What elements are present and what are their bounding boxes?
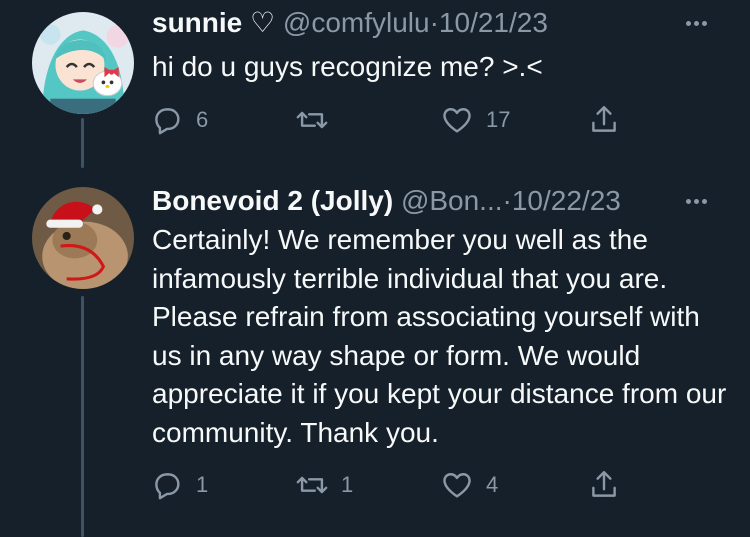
tweet-header: sunnie ♡ @comfylulu·10/21/23	[152, 6, 548, 40]
reply-icon	[155, 473, 180, 500]
thread-connector-line	[81, 296, 84, 537]
tweet-actions: 1 1 4	[150, 465, 630, 505]
retweet-count: 1	[341, 472, 354, 497]
retweet-icon	[296, 476, 328, 494]
avatar[interactable]	[32, 187, 134, 289]
heart-icon	[443, 473, 471, 498]
tweet-text: hi do u guys recognize me? >.<	[152, 51, 543, 82]
reply-button[interactable]: 6	[150, 100, 208, 140]
retweet-icon	[296, 111, 328, 129]
frog-santa-hat-avatar-icon	[32, 187, 134, 289]
avatar[interactable]	[32, 12, 134, 114]
reply-count: 6	[196, 107, 209, 132]
like-count: 17	[486, 107, 511, 132]
separator-dot: ·	[429, 7, 439, 38]
user-handle[interactable]: @comfylulu	[283, 7, 430, 38]
share-icon	[592, 106, 616, 132]
tweet-header: Bonevoid 2 (Jolly) @Bon...·10/22/23	[152, 184, 621, 218]
tweet-actions: 6 17	[150, 100, 630, 140]
user-handle[interactable]: @Bon...	[401, 185, 503, 216]
like-count: 4	[486, 472, 499, 497]
retweet-button[interactable]	[295, 100, 341, 140]
reply-count: 1	[196, 472, 209, 497]
more-options-icon[interactable]	[680, 184, 712, 218]
reply-icon	[155, 108, 180, 135]
separator-dot: ·	[502, 185, 512, 216]
tweet-date[interactable]: 10/22/23	[512, 185, 621, 216]
tweet-date[interactable]: 10/21/23	[439, 7, 548, 38]
retweet-button[interactable]: 1	[295, 465, 353, 505]
display-name[interactable]: Bonevoid 2 (Jolly)	[152, 185, 393, 216]
like-button[interactable]: 17	[440, 100, 510, 140]
tweet-text: Certainly! We remember you well as the i…	[152, 224, 727, 448]
more-options-icon[interactable]	[680, 6, 712, 40]
share-icon	[592, 471, 616, 497]
anime-avatar-icon	[32, 12, 134, 114]
reply-button[interactable]: 1	[150, 465, 208, 505]
display-name[interactable]: sunnie ♡	[152, 7, 275, 38]
like-button[interactable]: 4	[440, 465, 498, 505]
share-button[interactable]	[587, 465, 621, 505]
thread-connector-line	[81, 118, 84, 168]
heart-icon	[443, 108, 471, 133]
share-button[interactable]	[587, 100, 621, 140]
